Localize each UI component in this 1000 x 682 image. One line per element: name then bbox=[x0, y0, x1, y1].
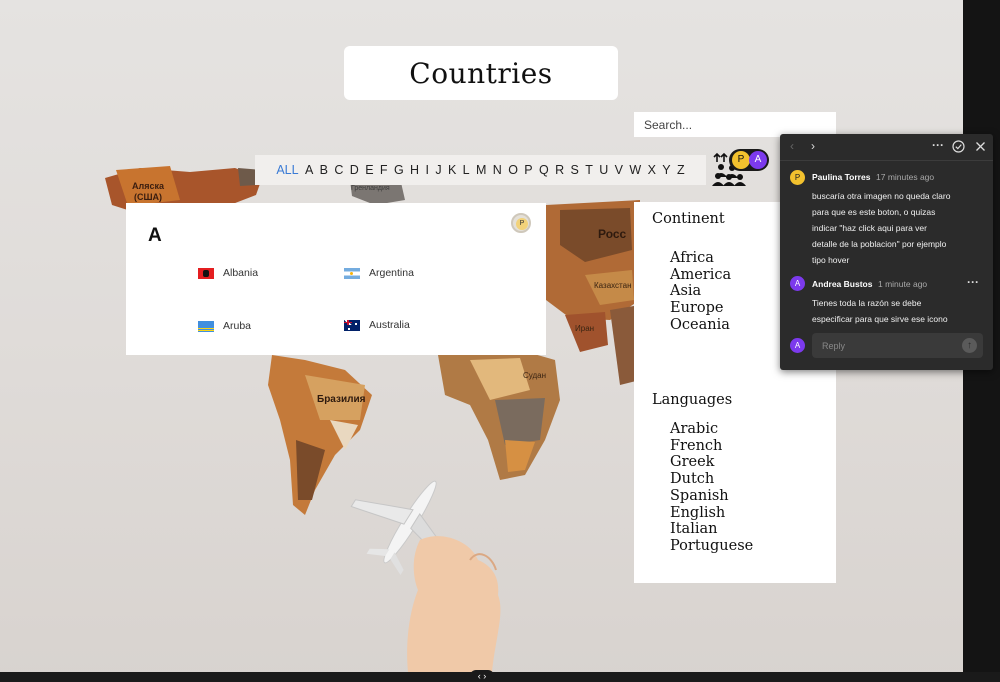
country-name: Albania bbox=[223, 267, 259, 279]
albania-flag-icon bbox=[198, 267, 214, 279]
resolve-check-icon[interactable] bbox=[952, 140, 965, 153]
alphabet-letter-d[interactable]: D bbox=[347, 163, 362, 177]
alphabet-letter-u[interactable]: U bbox=[596, 163, 611, 177]
continent-item[interactable]: Africa bbox=[670, 250, 731, 267]
alphabet-letter-t[interactable]: T bbox=[582, 163, 596, 177]
continent-item[interactable]: Oceania bbox=[670, 317, 731, 334]
map-label-greenland: Гренландия bbox=[351, 185, 390, 192]
page-title-card: Countries bbox=[344, 46, 618, 100]
alphabet-letter-x[interactable]: X bbox=[644, 163, 659, 177]
australia-flag-icon bbox=[344, 319, 360, 331]
next-comment-icon[interactable]: › bbox=[811, 139, 815, 153]
language-item[interactable]: Arabic bbox=[670, 421, 753, 438]
alphabet-letter-m[interactable]: M bbox=[473, 163, 490, 177]
bottom-bar bbox=[0, 672, 1000, 681]
expand-handle-icon[interactable]: ‹ › bbox=[470, 670, 494, 681]
alphabet-letter-i[interactable]: I bbox=[422, 163, 432, 177]
aruba-flag-icon bbox=[198, 320, 214, 332]
alphabet-letter-w[interactable]: W bbox=[626, 163, 644, 177]
country-albania[interactable]: Albania bbox=[198, 267, 258, 279]
argentina-flag-icon bbox=[344, 267, 360, 279]
comment-avatar: P bbox=[790, 170, 805, 185]
country-aruba[interactable]: Aruba bbox=[198, 320, 251, 332]
language-item[interactable]: Spanish bbox=[670, 488, 753, 505]
country-name: Aruba bbox=[223, 320, 252, 332]
comment-avatar: A bbox=[790, 276, 805, 291]
languages-heading: Languages bbox=[652, 392, 733, 408]
map-label-alaska: Аляска bbox=[132, 181, 164, 191]
send-arrow-icon[interactable]: ↑ bbox=[962, 338, 977, 353]
comment-author: Paulina Torres bbox=[812, 172, 871, 182]
alphabet-letter-y[interactable]: Y bbox=[659, 163, 674, 177]
comment-author: Andrea Bustos bbox=[812, 279, 873, 289]
continent-item[interactable]: Europe bbox=[670, 300, 731, 317]
alphabet-letter-s[interactable]: S bbox=[567, 163, 582, 177]
country-name: Argentina bbox=[369, 267, 414, 279]
continent-list: Africa America Asia Europe Oceania bbox=[670, 250, 731, 334]
continent-item[interactable]: Asia bbox=[670, 283, 731, 300]
map-label-russia: Росс bbox=[598, 227, 627, 241]
alphabet-letter-o[interactable]: O bbox=[505, 163, 521, 177]
avatar-paulina[interactable]: P bbox=[732, 151, 750, 169]
comment-toolbar: ‹ › ··· bbox=[780, 134, 993, 161]
avatar-andrea[interactable]: A bbox=[749, 151, 767, 169]
country-australia[interactable]: Australia bbox=[344, 319, 410, 331]
map-label-sudan: Судан bbox=[523, 371, 547, 380]
alphabet-letter-q[interactable]: Q bbox=[536, 163, 552, 177]
country-list-panel: A Albania Argentina Aruba Australia P bbox=[126, 203, 546, 355]
reply-box: ↑ bbox=[812, 333, 983, 358]
alphabet-letter-k[interactable]: K bbox=[445, 163, 460, 177]
comment-more-icon[interactable]: ··· bbox=[967, 275, 979, 289]
map-label-brazil: Бразилия bbox=[317, 394, 366, 405]
country-argentina[interactable]: Argentina bbox=[344, 267, 414, 279]
language-item[interactable]: English bbox=[670, 505, 753, 522]
alphabet-letter-b[interactable]: B bbox=[316, 163, 331, 177]
alphabet-letter-e[interactable]: E bbox=[362, 163, 377, 177]
map-label-kazakhstan: Казахстан bbox=[594, 281, 632, 290]
collaborator-avatars[interactable]: P A bbox=[729, 149, 769, 171]
comment-time: 1 minute ago bbox=[878, 279, 928, 289]
comment-pin-avatar: P bbox=[516, 218, 528, 230]
comment-time: 17 minutes ago bbox=[876, 172, 935, 182]
alphabet-letter-j[interactable]: J bbox=[432, 163, 445, 177]
reply-avatar: A bbox=[790, 338, 805, 353]
alphabet-letter-h[interactable]: H bbox=[407, 163, 422, 177]
reply-input[interactable] bbox=[812, 333, 972, 358]
alphabet-letter-a[interactable]: A bbox=[302, 163, 317, 177]
alphabet-letter-z[interactable]: Z bbox=[674, 163, 688, 177]
more-options-icon[interactable]: ··· bbox=[932, 138, 944, 152]
language-item[interactable]: Italian bbox=[670, 521, 753, 538]
alphabet-letter-n[interactable]: N bbox=[490, 163, 505, 177]
alphabet-filter-bar: ALL A B C D E F G H I J K L M N O P Q R S T U V W X Y Z bbox=[255, 155, 706, 185]
alphabet-letter-c[interactable]: C bbox=[331, 163, 346, 177]
language-item[interactable]: Dutch bbox=[670, 471, 753, 488]
alphabet-letter-r[interactable]: R bbox=[552, 163, 567, 177]
map-label-iran: Иран bbox=[575, 324, 595, 333]
page-title: Countries bbox=[409, 56, 553, 90]
language-item[interactable]: Greek bbox=[670, 454, 753, 471]
alphabet-letter-p[interactable]: P bbox=[521, 163, 536, 177]
alphabet-letter-g[interactable]: G bbox=[391, 163, 407, 177]
continent-item[interactable]: America bbox=[670, 267, 731, 284]
previous-comment-icon[interactable]: ‹ bbox=[790, 139, 794, 153]
country-name: Australia bbox=[369, 319, 410, 331]
alphabet-letter-all[interactable]: ALL bbox=[273, 163, 302, 177]
continent-heading: Continent bbox=[652, 211, 725, 227]
alphabet-letter-f[interactable]: F bbox=[377, 163, 391, 177]
letter-heading: A bbox=[148, 225, 162, 246]
close-icon[interactable] bbox=[975, 141, 986, 152]
comment-thread-popup: ‹ › ··· P Paulina Torres 17 minutes ago … bbox=[780, 134, 993, 370]
language-item[interactable]: French bbox=[670, 438, 753, 455]
comment-text: Tienes toda la razón se debe especificar… bbox=[812, 298, 948, 324]
language-item[interactable]: Portuguese bbox=[670, 538, 753, 555]
language-list: Arabic French Greek Dutch Spanish Englis… bbox=[670, 421, 753, 555]
comment-text: buscaría otra imagen no queda claro para… bbox=[812, 191, 951, 265]
alphabet-letter-v[interactable]: V bbox=[611, 163, 626, 177]
alphabet-letter-l[interactable]: L bbox=[459, 163, 472, 177]
comment-pin[interactable]: P bbox=[511, 213, 531, 233]
map-label-alaska-sub: (США) bbox=[134, 192, 163, 202]
